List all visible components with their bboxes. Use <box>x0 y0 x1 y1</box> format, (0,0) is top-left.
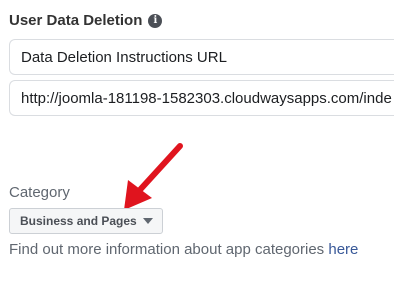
category-help-text: Find out more information about app cate… <box>9 241 358 258</box>
help-text: Find out more information about app cate… <box>9 241 329 258</box>
deletion-type-value: Data Deletion Instructions URL <box>21 48 227 66</box>
deletion-url-value: http://joomla-181198-1582303.cloudwaysap… <box>21 89 392 107</box>
user-data-deletion-heading: User Data Deletion i <box>9 12 163 29</box>
category-selected-value: Business and Pages <box>20 214 137 228</box>
category-label: Category <box>9 184 70 201</box>
info-icon[interactable]: i <box>148 13 163 28</box>
deletion-url-input[interactable]: http://joomla-181198-1582303.cloudwaysap… <box>9 80 394 116</box>
here-link[interactable]: here <box>328 241 358 258</box>
deletion-type-select[interactable]: Data Deletion Instructions URL <box>9 39 394 75</box>
section-title-text: User Data Deletion <box>9 12 143 29</box>
category-dropdown[interactable]: Business and Pages <box>9 208 163 234</box>
caret-down-icon <box>142 218 153 224</box>
